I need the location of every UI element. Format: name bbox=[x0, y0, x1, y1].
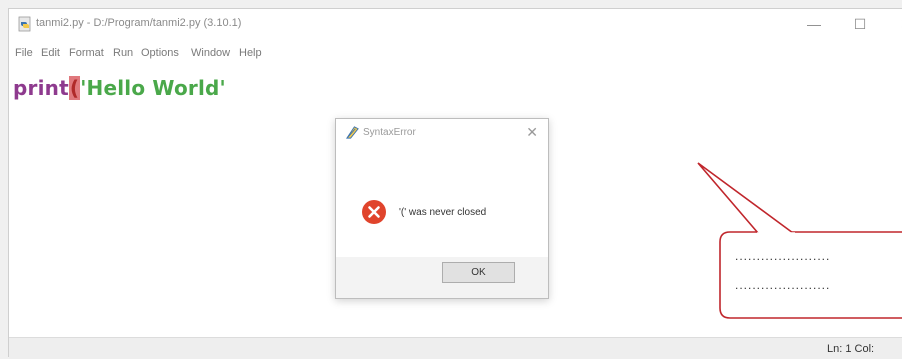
callout-blank-line-1: ...................... bbox=[735, 249, 831, 263]
speech-callout bbox=[697, 162, 902, 319]
callout-blank-line-2: ...................... bbox=[735, 278, 831, 292]
